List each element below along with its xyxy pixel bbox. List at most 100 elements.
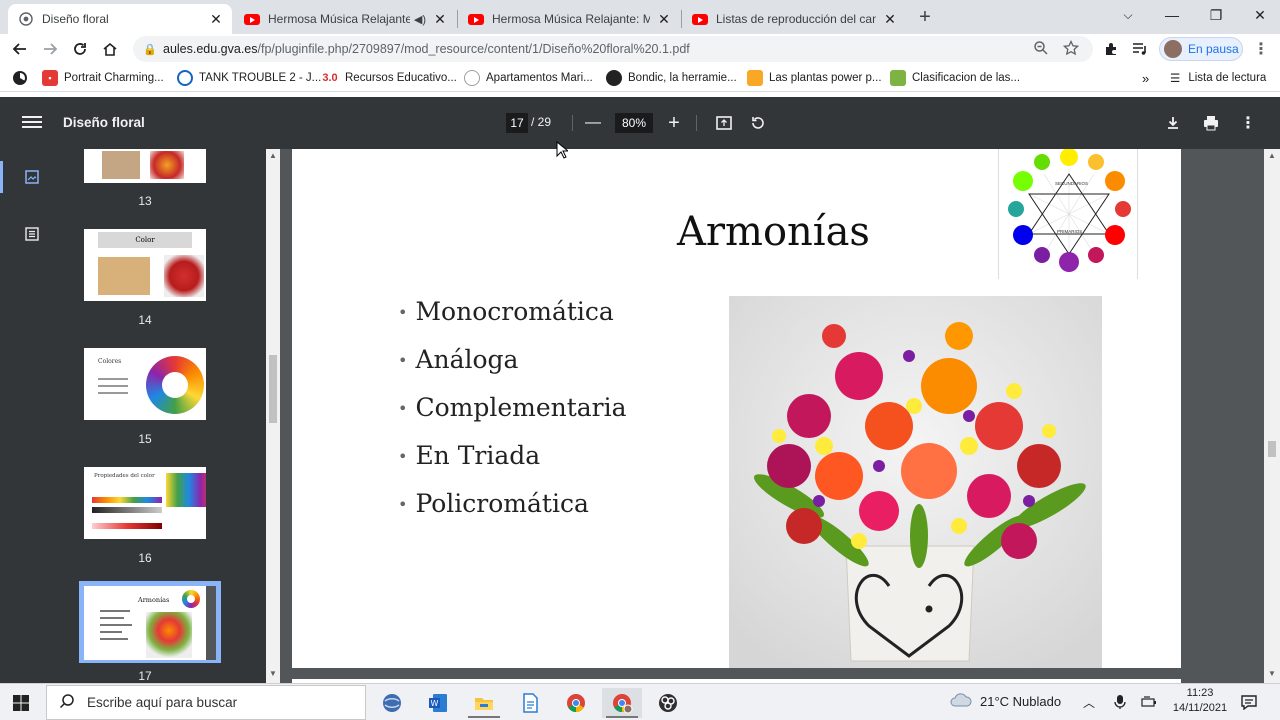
thumbnail-page-17[interactable]: Armonías [84,586,216,660]
close-window-button[interactable]: ✕ [1238,0,1280,30]
thumbnail-title: Armonías [138,596,170,604]
back-icon[interactable] [9,38,31,60]
zoom-in-icon[interactable]: + [662,111,686,135]
thumbnail-panel: 13 Color 14 Colores 15 Propiedades del c… [64,149,266,683]
taskbar-search-input[interactable]: Escribe aquí para buscar [46,685,366,720]
network-battery-icon[interactable] [1141,694,1159,713]
thumbnail-title: Propiedades del color [94,473,155,479]
profile-label: En pausa [1188,42,1239,56]
taskbar-app-document-icon[interactable] [510,688,550,718]
bookmark-label: Bondic, la herramie... [628,72,737,84]
thumbnail-scrollbar[interactable]: ▲ ▼ [266,149,280,683]
reload-icon[interactable] [69,38,91,60]
taskbar-app-word-icon[interactable]: W [418,688,458,718]
scroll-down-icon[interactable]: ▼ [1268,669,1276,678]
tab-musica-relajante-2[interactable]: Hermosa Música Relajante: Músi ✕ [458,4,680,34]
system-clock[interactable]: 11:23 14/11/2021 [1172,686,1228,716]
profile-button[interactable]: En pausa [1159,37,1243,61]
outline-view-icon[interactable] [22,224,42,244]
close-icon[interactable]: ✕ [208,11,224,27]
close-icon[interactable]: ✕ [656,11,672,27]
close-icon[interactable]: ✕ [882,11,898,27]
restore-button[interactable]: ❐ [1194,0,1238,30]
tab-listas-reproduccion[interactable]: Listas de reproducción del canal ✕ [682,4,906,34]
taskbar-app-obs-icon[interactable] [648,688,688,718]
viewer-scrollbar[interactable]: ▲ ▼ [1264,149,1280,683]
more-bookmarks-icon[interactable]: » [1142,70,1149,86]
print-icon[interactable] [1199,111,1223,135]
zoom-level-input[interactable]: 80% [615,113,653,133]
thumbnails-view-icon[interactable] [22,167,42,187]
pdf-more-icon[interactable]: ⋮ [1236,111,1260,135]
bookmark-bondic[interactable]: Bondic, la herramie... [606,70,737,86]
scroll-up-icon[interactable]: ▲ [1268,151,1276,160]
thumbnail-number: 13 [138,194,152,208]
tab-diseno-floral[interactable]: Diseño floral ✕ [8,4,232,34]
taskbar-app-chrome-profile-icon[interactable] [602,688,642,718]
bookmarks-bar: ▪ Portrait Charming... TANK TROUBLE 2 - … [0,64,1280,92]
thumbnail-page-14[interactable]: Color [84,229,206,301]
zoom-out-icon[interactable]: — [581,111,605,135]
weather-text[interactable]: 21°C Nublado [980,694,1061,709]
bookmark-favicon-icon [464,70,480,86]
home-icon[interactable] [99,38,121,60]
download-icon[interactable] [1161,111,1185,135]
close-icon[interactable]: ✕ [432,11,448,27]
tray-overflow-chevron-icon[interactable]: ︿ [1083,694,1095,711]
bookmark-label: Portrait Charming... [64,72,164,84]
scrollbar-thumb[interactable] [1268,441,1276,457]
scrollbar-thumb[interactable] [269,355,277,423]
windows-start-icon[interactable] [12,694,30,712]
reading-list-button[interactable]: ☰ Lista de lectura [1170,70,1266,86]
svg-text:W: W [431,699,439,708]
youtube-icon [468,11,484,27]
browser-menu-icon[interactable]: ⋮ [1250,38,1272,60]
tab-musica-relajante-1[interactable]: Hermosa Música Relajante: M ◀) ✕ [234,4,456,34]
taskbar-app-network-icon[interactable] [372,688,412,718]
bookmark-favicon-icon [177,70,193,86]
wheel-label-primary: PRIMARIOS [1057,229,1083,234]
address-bar[interactable]: 🔒 aules.edu.gva.es /fp/pluginfile.php/27… [133,36,1093,62]
bullet-item: • Monocromática [398,297,614,326]
bookmark-apartamentos[interactable]: Apartamentos Mari... [464,70,593,86]
tab-search-chevron-icon[interactable]: ⌵ [1106,0,1150,30]
bookmark-favicon-icon: 3.0 [322,72,338,84]
notifications-icon[interactable] [1240,694,1258,713]
taskbar-app-chrome-icon[interactable] [556,688,596,718]
thumbnail-page-16[interactable]: Propiedades del color [84,467,206,539]
slide-title: Armonías [677,209,870,255]
microphone-icon[interactable] [1114,694,1126,713]
scroll-down-icon[interactable]: ▼ [269,669,277,678]
bookmark-plantas-power[interactable]: Las plantas power p... [747,70,882,86]
rotate-icon[interactable] [746,111,770,135]
bookmark-portrait-charming[interactable]: ▪ Portrait Charming... [42,70,164,86]
forward-icon[interactable] [39,38,61,60]
clock-time: 11:23 [1186,687,1214,699]
minimize-button[interactable]: — [1150,0,1194,30]
chrome-globe-icon [18,11,34,27]
bookmark-recursos-educativos[interactable]: 3.0 Recursos Educativo... [321,70,457,86]
scroll-up-icon[interactable]: ▲ [269,151,277,160]
bullet-item: • Complementaria [398,393,627,422]
color-wheel-image: SECUNDARIOS PRIMARIOS [998,149,1138,279]
sidebar-menu-icon[interactable] [22,113,42,133]
weather-icon[interactable] [950,692,972,711]
pdf-viewer[interactable]: Armonías • Monocromática • Análoga • Comple… [280,149,1264,683]
media-control-icon[interactable] [1129,38,1151,60]
extensions-icon[interactable] [1100,38,1122,60]
fit-page-icon[interactable] [712,111,736,135]
avatar [1164,40,1182,58]
new-tab-button[interactable]: + [914,6,936,28]
apps-icon[interactable] [12,70,28,86]
page-number-input[interactable]: 17 [506,113,528,133]
bookmark-tank-trouble[interactable]: TANK TROUBLE 2 - J... [177,70,321,86]
tab-title: Hermosa Música Relajante: M [268,12,410,26]
thumbnail-page-15[interactable]: Colores [84,348,206,420]
bookmark-clasificacion[interactable]: Clasificacion de las... [890,70,1020,86]
zoom-icon[interactable] [1033,40,1051,58]
thumbnail-page-13[interactable] [84,149,206,183]
taskbar-app-explorer-icon[interactable] [464,688,504,718]
bookmark-star-icon[interactable] [1062,39,1081,58]
speaker-icon[interactable]: ◀) [414,13,426,26]
page-total: / 29 [531,115,552,129]
